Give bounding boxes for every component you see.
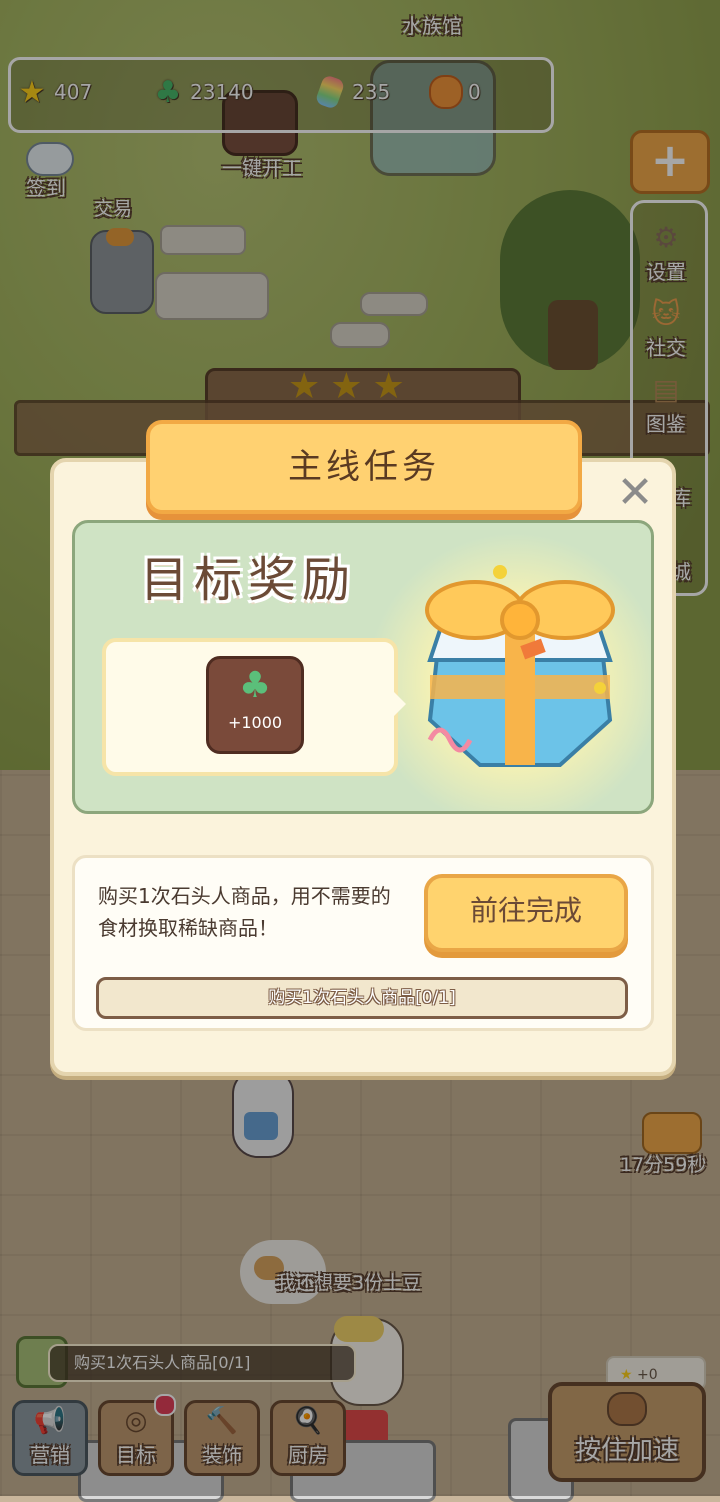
- go-complete-button[interactable]: 前往完成: [424, 874, 628, 952]
- clover-reward-item: ♣ +1000: [206, 656, 304, 754]
- reward-heading: 目标奖励: [140, 552, 357, 608]
- reward-bubble-tail: [388, 686, 406, 722]
- task-description: 购买1次石头人商品，用不需要的食材换取稀缺商品！: [98, 884, 391, 940]
- task-progress-bar: 购买1次石头人商品[0/1]: [96, 977, 628, 1019]
- close-button[interactable]: ✕: [612, 470, 658, 516]
- dialog-title: 主线任务: [288, 447, 440, 487]
- dialog-title-banner: 主线任务: [146, 420, 582, 514]
- clover-icon: ♣: [238, 665, 272, 706]
- gift-box-icon: [425, 565, 615, 767]
- reward-amount: +1000: [227, 713, 283, 732]
